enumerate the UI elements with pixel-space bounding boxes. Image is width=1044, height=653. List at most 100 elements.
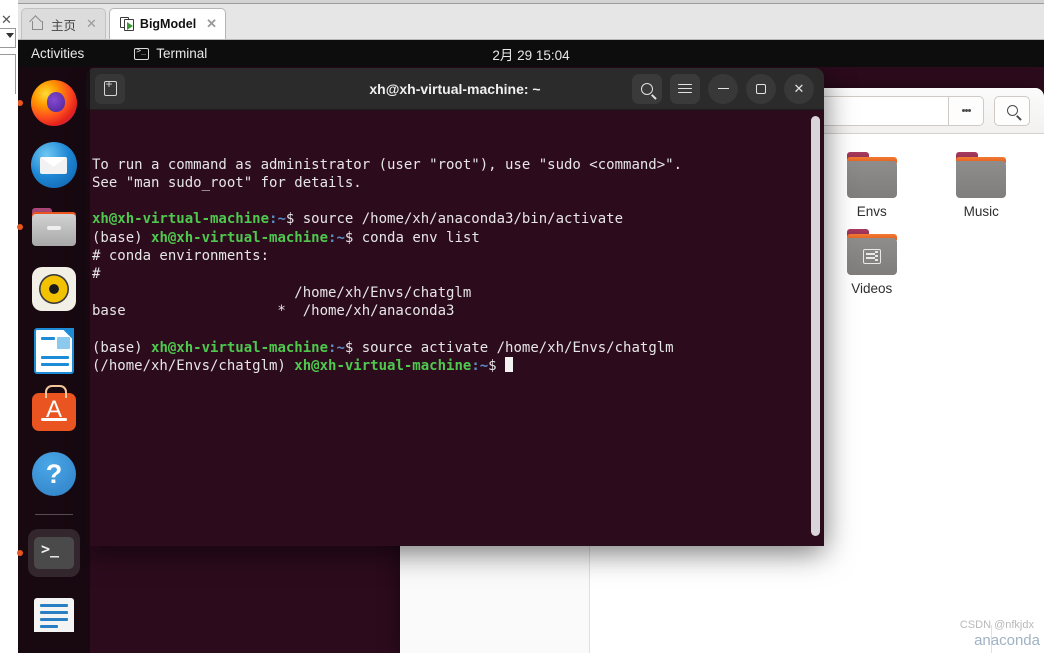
terminal-text: /home/xh/Envs/chatglm (92, 284, 472, 301)
folder-icon (845, 152, 899, 198)
dock-item-thunderbird[interactable] (28, 141, 80, 189)
video-glyph-icon (862, 249, 881, 264)
gnome-top-bar: Activities Terminal 2月 29 15:04 (18, 40, 1044, 67)
terminal-text: To run a command as administrator (user … (92, 156, 683, 173)
home-icon (32, 18, 45, 30)
dock-item-files[interactable] (28, 203, 80, 251)
dock-item-text-editor[interactable] (28, 591, 80, 639)
ubuntu-dock: ? (18, 67, 90, 653)
terminal-line: base * /home/xh/anaconda3 (92, 302, 824, 320)
libreoffice-writer-icon (34, 327, 74, 374)
new-tab-icon[interactable] (95, 73, 125, 104)
hamburger-menu-icon[interactable] (670, 73, 700, 104)
terminal-output: To run a command as administrator (user … (92, 156, 824, 376)
terminal-text: # conda environments: (92, 248, 270, 265)
active-app-label: Terminal (156, 46, 208, 61)
dock-item-libreoffice-writer[interactable] (28, 327, 80, 375)
tab-label: BigModel (139, 17, 197, 31)
file-label: Videos (851, 281, 893, 296)
terminal-cursor (505, 356, 514, 372)
close-icon[interactable]: ✕ (1, 12, 12, 28)
activities-button[interactable]: Activities (31, 46, 84, 61)
tab-label: 主页 (51, 18, 77, 33)
terminal-scrollbar[interactable] (811, 116, 820, 536)
dock-item-help[interactable]: ? (28, 450, 80, 498)
terminal-text: $ conda env list (344, 229, 480, 246)
terminal-line: (base) xh@xh-virtual-machine:~$ conda en… (92, 229, 824, 247)
dock-separator (35, 514, 73, 516)
terminal-line: (/home/xh/Envs/chatglm) xh@xh-virtual-ma… (92, 356, 824, 375)
terminal-screen[interactable]: To run a command as administrator (user … (86, 110, 824, 546)
file-item[interactable]: Envs (817, 152, 927, 219)
kebab-menu-icon[interactable] (948, 95, 984, 126)
terminal-text: # (92, 266, 101, 283)
terminal-icon (34, 537, 74, 570)
thunderbird-icon (31, 141, 77, 188)
terminal-line: (base) xh@xh-virtual-machine:~$ source a… (92, 339, 824, 357)
close-icon[interactable]: ✕ (784, 73, 814, 104)
folder-icon (845, 229, 899, 275)
terminal-line: xh@xh-virtual-machine:~$ source /home/xh… (92, 210, 824, 228)
search-icon[interactable] (994, 95, 1030, 126)
terminal-text: (base) (92, 339, 152, 356)
terminal-text: See "man sudo_root" for details. (92, 174, 362, 191)
file-item[interactable]: Videos (817, 229, 927, 296)
files-folder-icon (32, 207, 76, 246)
tab-home[interactable]: 主页 ✕ (21, 8, 106, 39)
terminal-text: xh@xh-virtual-machine (151, 229, 329, 246)
bigmodel-icon (119, 17, 134, 31)
terminal-line: # (92, 265, 824, 283)
terminal-text: (base) (92, 229, 152, 246)
file-label: Envs (856, 204, 887, 219)
file-label: Music (963, 204, 999, 219)
dock-item-ubuntu-software[interactable] (28, 385, 80, 436)
terminal-text: xh@xh-virtual-machine (92, 211, 270, 228)
anaconda-label: anaconda (974, 632, 1040, 649)
terminal-text: xh@xh-virtual-machine (151, 339, 329, 356)
terminal-text: (/home/xh/Envs/chatglm) (92, 357, 295, 374)
terminal-line: # conda environments: (92, 247, 824, 265)
terminal-text: :~ (471, 357, 489, 374)
terminal-line: See "man sudo_root" for details. (92, 174, 824, 192)
dropdown-box[interactable] (0, 28, 16, 48)
terminal-text: $ source activate /home/xh/Envs/chatglm (344, 339, 674, 356)
chevron-down-icon (6, 33, 14, 38)
close-icon[interactable]: ✕ (206, 16, 217, 32)
dock-item-terminal[interactable] (28, 529, 80, 578)
help-question-icon: ? (32, 452, 76, 497)
ubuntu-software-icon (32, 385, 76, 432)
text-editor-icon (34, 597, 74, 632)
close-icon[interactable]: ✕ (86, 16, 97, 32)
dock-item-firefox[interactable] (28, 79, 80, 127)
maximize-icon[interactable] (746, 73, 776, 104)
folder-icon (954, 152, 1008, 198)
firefox-icon (31, 79, 77, 126)
active-app-menu[interactable]: Terminal (134, 46, 207, 61)
dock-item-rhythmbox[interactable] (28, 265, 80, 313)
close-label: ✕ (793, 80, 805, 96)
terminal-text: :~ (269, 211, 286, 228)
csdn-watermark: CSDN @nfkjdx (959, 619, 1034, 631)
browser-window-edge (18, 0, 1044, 4)
terminal-line: /home/xh/Envs/chatglm (92, 284, 824, 302)
file-item[interactable]: Music (927, 152, 1037, 219)
terminal-text: :~ (328, 339, 345, 356)
terminal-window: xh@xh-virtual-machine: ~ ✕ To run a comm… (86, 68, 824, 546)
terminal-text: $ (488, 357, 506, 374)
terminal-text: base * /home/xh/anaconda3 (92, 302, 455, 319)
left-edge-widget: ✕ (0, 0, 18, 120)
terminal-line: To run a command as administrator (user … (92, 156, 824, 174)
terminal-text: :~ (328, 229, 345, 246)
search-icon[interactable] (632, 73, 662, 104)
terminal-titlebar: xh@xh-virtual-machine: ~ ✕ (86, 68, 824, 110)
tab-bigmodel[interactable]: BigModel ✕ (108, 8, 227, 39)
panel-box (0, 54, 16, 94)
terminal-text: xh@xh-virtual-machine (294, 357, 472, 374)
terminal-icon (134, 46, 150, 60)
minimize-icon[interactable] (708, 73, 738, 104)
file-item (927, 229, 1037, 296)
terminal-text: $ source /home/xh/anaconda3/bin/activate (285, 211, 624, 228)
rhythmbox-icon (32, 266, 76, 311)
